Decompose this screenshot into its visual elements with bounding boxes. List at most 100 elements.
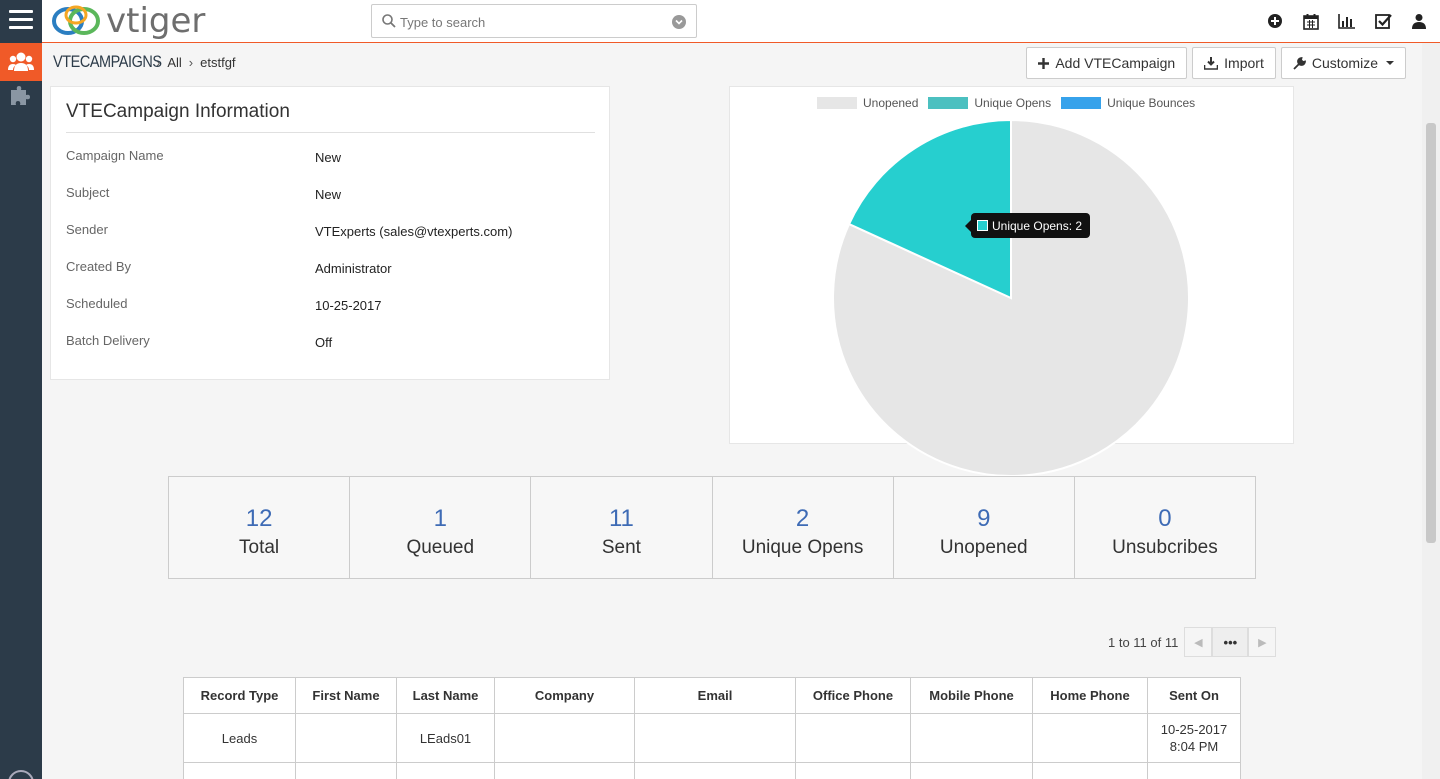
reports-icon[interactable]: [1338, 11, 1356, 31]
field-batch-delivery: Batch Delivery Off: [66, 333, 596, 355]
stat-unsubscribes: 0 Unsubcribes: [1075, 477, 1255, 578]
field-value: New: [315, 187, 342, 202]
field-created-by: Created By Administrator: [66, 259, 596, 281]
legend-swatch: [1061, 97, 1102, 109]
col-first-name[interactable]: First Name: [295, 677, 397, 714]
more-pages-button[interactable]: •••: [1212, 627, 1249, 657]
field-value: VTExperts (sales@vtexperts.com): [315, 224, 513, 239]
stat-total: 12 Total: [169, 477, 351, 578]
table-row[interactable]: Leads LEads01 10-25-2017 8:04 PM: [183, 713, 1241, 763]
stat-label: Total: [239, 537, 280, 558]
field-sender: Sender VTExperts (sales@vtexperts.com): [66, 222, 596, 244]
cell: [295, 713, 397, 763]
stat-unopened: 9 Unopened: [894, 477, 1075, 578]
stat-sent: 11 Sent: [531, 477, 713, 578]
field-label: Scheduled: [66, 296, 128, 311]
import-button-label: Import: [1224, 55, 1264, 71]
add-vtecampaign-button[interactable]: Add VTECampaign: [1026, 47, 1188, 79]
customize-button-label: Customize: [1311, 55, 1378, 71]
cell: [396, 762, 495, 779]
page-count-text: 1 to 11 of 11: [1108, 634, 1179, 650]
puzzle-icon[interactable]: [9, 84, 33, 108]
table-header-row: Record Type First Name Last Name Company…: [183, 677, 1241, 714]
cell: [183, 762, 296, 779]
stat-value: 0: [1158, 505, 1172, 532]
calendar-icon[interactable]: [1302, 11, 1320, 31]
page-scrollbar[interactable]: [1422, 43, 1440, 779]
vtiger-logo[interactable]: vtiger: [50, 2, 205, 40]
table-row[interactable]: 10-25-2017: [183, 762, 1241, 779]
cell: [1032, 713, 1148, 763]
cell: [795, 713, 911, 763]
stat-value: 9: [977, 505, 991, 532]
global-search[interactable]: [371, 4, 697, 38]
import-button[interactable]: Import: [1192, 47, 1276, 79]
stat-label: Unique Opens: [741, 537, 864, 558]
breadcrumb-module[interactable]: VTECAMPAIGNS: [53, 52, 162, 72]
col-record-type[interactable]: Record Type: [183, 677, 296, 714]
logo-mark-icon: [52, 5, 100, 35]
menu-icon[interactable]: [9, 10, 33, 32]
tooltip-text: Unique Opens: 2: [992, 218, 1083, 233]
cell: [494, 713, 635, 763]
plus-icon: [1038, 57, 1050, 69]
contacts-module-icon[interactable]: [0, 43, 42, 81]
col-company[interactable]: Company: [494, 677, 635, 714]
recipients-table: Record Type First Name Last Name Company…: [183, 677, 1241, 779]
col-email[interactable]: Email: [634, 677, 796, 714]
legend-swatch: [928, 97, 969, 109]
cell: Leads: [183, 713, 296, 763]
legend-item-unique-bounces[interactable]: Unique Bounces: [1061, 96, 1195, 110]
cell: 10-25-2017: [1147, 762, 1241, 779]
next-page-button[interactable]: ▶: [1248, 627, 1277, 657]
field-label: Subject: [66, 185, 110, 200]
stat-label: Queued: [406, 537, 475, 558]
field-campaign-name: Campaign Name New: [66, 148, 596, 170]
col-home-phone[interactable]: Home Phone: [1032, 677, 1148, 714]
field-subject: Subject New: [66, 185, 596, 207]
col-sent-on[interactable]: Sent On: [1147, 677, 1241, 714]
cell: [795, 762, 911, 779]
col-last-name[interactable]: Last Name: [396, 677, 495, 714]
search-options-icon[interactable]: [672, 15, 686, 29]
stat-label: Unopened: [939, 537, 1028, 558]
user-icon[interactable]: [1410, 11, 1428, 31]
search-input[interactable]: [400, 12, 660, 32]
legend-swatch: [817, 97, 857, 109]
stat-value: 11: [608, 505, 634, 532]
cell: [634, 713, 796, 763]
legend-item-unopened[interactable]: Unopened: [817, 96, 918, 110]
col-office-phone[interactable]: Office Phone: [795, 677, 911, 714]
top-icons: [1266, 11, 1428, 31]
field-value: New: [315, 150, 342, 165]
cell: 10-25-2017 8:04 PM: [1147, 713, 1241, 763]
breadcrumb: VTECAMPAIGNS › All › etstfgf: [53, 52, 236, 72]
chart-legend: Unopened Unique Opens Unique Bounces: [817, 96, 1195, 110]
cell: [634, 762, 796, 779]
field-label: Batch Delivery: [66, 333, 150, 348]
tasks-icon[interactable]: [1374, 11, 1392, 31]
header-actions: Add VTECampaign Import Customize: [1026, 47, 1406, 79]
field-label: Sender: [66, 222, 108, 237]
scrollbar-thumb[interactable]: [1426, 123, 1436, 543]
logo-text: vtiger: [106, 1, 206, 41]
chart-tooltip: Unique Opens: 2: [964, 213, 1091, 238]
col-mobile-phone[interactable]: Mobile Phone: [910, 677, 1033, 714]
field-scheduled: Scheduled 10-25-2017: [66, 296, 596, 318]
cell: [494, 762, 635, 779]
quick-create-icon[interactable]: [1266, 11, 1284, 31]
stat-label: Unsubcribes: [1112, 537, 1218, 558]
prev-page-button[interactable]: ◀: [1184, 627, 1213, 657]
wrench-icon: [1293, 56, 1306, 70]
breadcrumb-filter[interactable]: All: [167, 55, 181, 70]
stat-label: Sent: [601, 537, 641, 558]
field-value: 10-25-2017: [315, 298, 382, 313]
stat-value: 12: [245, 505, 273, 532]
help-icon[interactable]: [8, 770, 34, 779]
legend-item-unique-opens[interactable]: Unique Opens: [928, 96, 1051, 110]
pagination: 1 to 11 of 11 ◀ ••• ▶: [1108, 627, 1277, 657]
customize-button[interactable]: Customize: [1280, 47, 1406, 79]
cell: [295, 762, 397, 779]
add-button-label: Add VTECampaign: [1055, 55, 1176, 71]
download-icon: [1204, 56, 1219, 70]
